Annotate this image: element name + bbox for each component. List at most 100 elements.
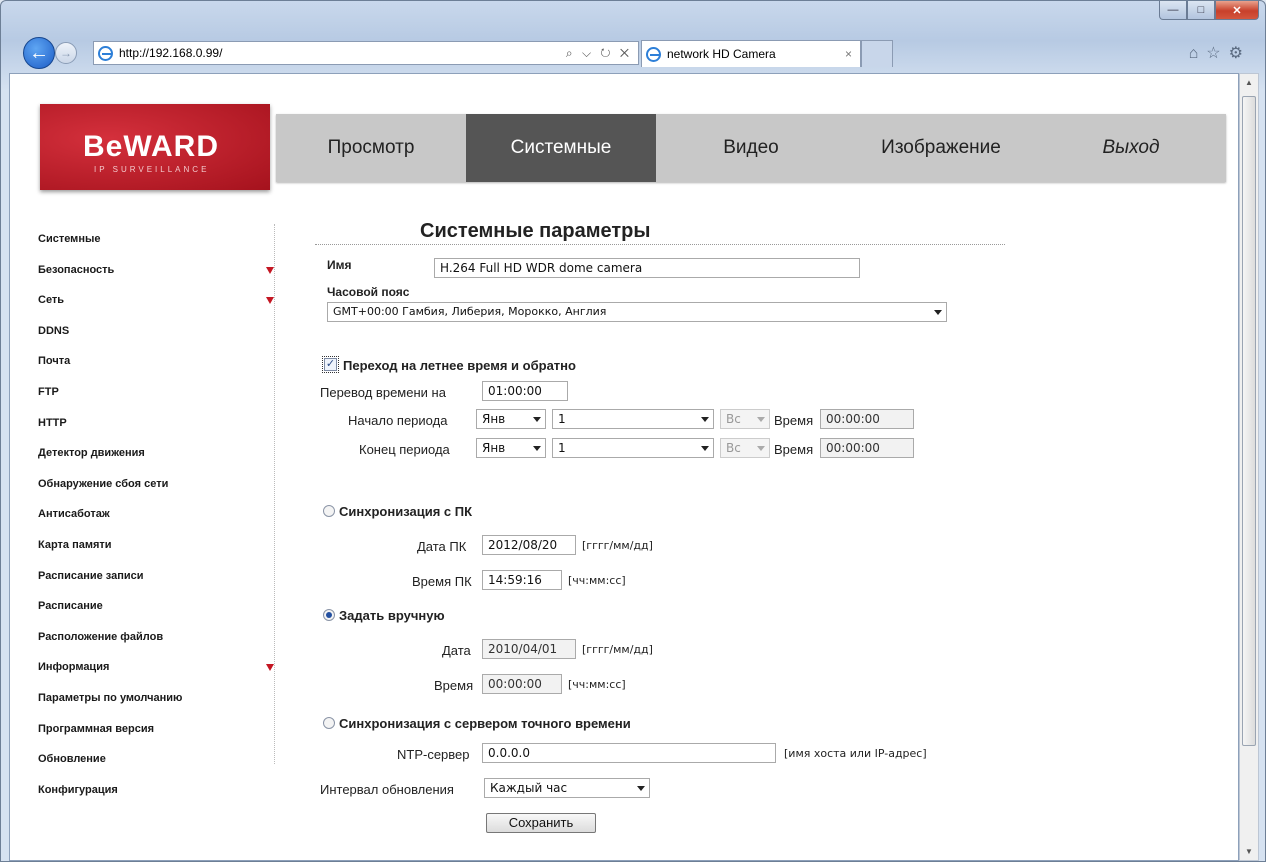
dst-checkbox[interactable]: ✓ (324, 358, 337, 371)
sidebar: Системные Безопасность Сеть DDNS Почта F… (38, 224, 278, 805)
sidebar-item-motion-detector[interactable]: Детектор движения (38, 438, 278, 469)
select-value: Янв (482, 412, 506, 426)
manual-time-input[interactable]: 00:00:00 (482, 674, 562, 694)
sidebar-item-network[interactable]: Сеть (38, 285, 278, 316)
sync-pc-radio[interactable] (323, 505, 335, 517)
scroll-thumb[interactable] (1242, 96, 1256, 746)
browser-window: — □ ✕ ← → http://192.168.0.99/ ⌕ ⌵ ↻ ✕ n… (0, 0, 1266, 862)
dst-shift-input[interactable]: 01:00:00 (482, 381, 568, 401)
nav-item-system[interactable]: Системные (466, 114, 656, 182)
address-url[interactable]: http://192.168.0.99/ (119, 46, 222, 60)
pc-date-input[interactable]: 2012/08/20 (482, 535, 576, 555)
sidebar-item-label: Конфигурация (38, 783, 118, 796)
interval-select[interactable]: Каждый час (484, 778, 650, 798)
sidebar-item-memory-card[interactable]: Карта памяти (38, 530, 278, 561)
chevron-down-icon (533, 446, 541, 451)
dst-start-day-select[interactable]: Вс (720, 409, 770, 429)
select-value: Каждый час (490, 781, 568, 795)
expand-arrow-icon[interactable] (266, 664, 274, 672)
forward-arrow-icon[interactable]: → (55, 42, 77, 64)
pc-time-input[interactable]: 14:59:16 (482, 570, 562, 590)
maximize-icon[interactable]: □ (1187, 1, 1215, 20)
sidebar-item-mail[interactable]: Почта (38, 346, 278, 377)
sidebar-item-system[interactable]: Системные (38, 224, 278, 255)
save-button[interactable]: Сохранить (486, 813, 596, 833)
sidebar-item-label: Антисаботаж (38, 508, 110, 521)
dst-end-time-input[interactable]: 00:00:00 (820, 438, 914, 458)
sync-pc-label: Синхронизация с ПК (339, 504, 473, 519)
scroll-up-icon[interactable]: ▲ (1240, 78, 1258, 87)
select-value: 1 (558, 412, 566, 426)
nav-item-exit[interactable]: Выход (1036, 114, 1226, 182)
dst-end-month-select[interactable]: Янв (476, 438, 546, 458)
manual-radio[interactable] (323, 609, 335, 621)
browser-tab[interactable]: network HD Camera × (641, 40, 861, 67)
sidebar-item-file-location[interactable]: Расположение файлов (38, 622, 278, 653)
sidebar-item-defaults[interactable]: Параметры по умолчанию (38, 683, 278, 714)
timezone-select[interactable]: GMT+00:00 Гамбия, Либерия, Морокко, Англ… (327, 302, 947, 322)
minimize-icon[interactable]: — (1159, 1, 1187, 20)
address-tools-icon[interactable]: ⌕ ⌵ ↻ ✕ (566, 46, 632, 61)
chevron-down-icon (701, 446, 709, 451)
sidebar-item-update[interactable]: Обновление (38, 744, 278, 775)
nav-item-view[interactable]: Просмотр (276, 114, 466, 182)
sidebar-item-label: DDNS (38, 324, 70, 337)
close-icon[interactable]: ✕ (1215, 1, 1259, 20)
sidebar-item-record-schedule[interactable]: Расписание записи (38, 561, 278, 592)
sidebar-item-label: Расписание (38, 600, 103, 613)
sidebar-item-ddns[interactable]: DDNS (38, 316, 278, 347)
pc-time-hint: [чч:мм:сс] (568, 574, 626, 587)
window-controls: — □ ✕ (1159, 1, 1259, 20)
sidebar-item-ftp[interactable]: FTP (38, 377, 278, 408)
new-tab-button[interactable] (861, 40, 893, 67)
dst-end-day-select[interactable]: Вс (720, 438, 770, 458)
sidebar-item-label: Системные (38, 233, 101, 245)
timezone-value: GMT+00:00 Гамбия, Либерия, Морокко, Англ… (333, 305, 607, 318)
chevron-down-icon (934, 310, 942, 315)
sidebar-item-label: Обнаружение сбоя сети (38, 477, 169, 490)
back-arrow-icon[interactable]: ← (23, 37, 55, 69)
page-title: Системные параметры (420, 220, 651, 242)
dst-label: Переход на летнее время и обратно (343, 358, 576, 373)
ie-page-icon (98, 45, 113, 61)
chevron-down-icon (757, 446, 765, 451)
home-favorites-tools-icon[interactable]: ⌂☆⚙ (1189, 43, 1251, 63)
address-bar[interactable]: http://192.168.0.99/ ⌕ ⌵ ↻ ✕ (93, 41, 639, 65)
chevron-down-icon (757, 417, 765, 422)
sidebar-item-firmware-version[interactable]: Программная версия (38, 714, 278, 745)
vertical-scrollbar[interactable]: ▲ ▼ (1239, 73, 1259, 861)
logo-subtitle: IP SURVEILLANCE (94, 165, 210, 174)
dst-end-week-select[interactable]: 1 (552, 438, 714, 458)
expand-arrow-icon[interactable] (266, 266, 274, 274)
sidebar-item-label: Параметры по умолчанию (38, 691, 183, 704)
sidebar-item-information[interactable]: Информация (38, 652, 278, 683)
name-input[interactable]: H.264 Full HD WDR dome camera (434, 258, 860, 278)
beward-logo: BeWARD IP SURVEILLANCE (40, 104, 270, 190)
tab-close-icon[interactable]: × (845, 47, 852, 61)
ntp-radio[interactable] (323, 717, 335, 729)
tab-title: network HD Camera (667, 47, 776, 61)
ntp-server-input[interactable]: 0.0.0.0 (482, 743, 776, 763)
sidebar-item-antisabotage[interactable]: Антисаботаж (38, 499, 278, 530)
nav-item-video[interactable]: Видео (656, 114, 846, 182)
chevron-down-icon (533, 417, 541, 422)
sidebar-item-label: Безопасность (38, 263, 115, 276)
pc-date-hint: [гггг/мм/дд] (582, 539, 653, 552)
sidebar-item-security[interactable]: Безопасность (38, 255, 278, 286)
dst-start-week-select[interactable]: 1 (552, 409, 714, 429)
nav-item-image[interactable]: Изображение (846, 114, 1036, 182)
expand-arrow-icon[interactable] (266, 297, 274, 305)
scroll-down-icon[interactable]: ▼ (1240, 847, 1258, 856)
dst-start-time-label: Время (774, 413, 814, 428)
manual-time-label: Время (434, 678, 474, 693)
dst-end-label: Конец периода (359, 442, 450, 457)
dst-start-time-input[interactable]: 00:00:00 (820, 409, 914, 429)
sidebar-item-http[interactable]: HTTP (38, 408, 278, 439)
dst-start-month-select[interactable]: Янв (476, 409, 546, 429)
name-label: Имя (327, 258, 352, 272)
sidebar-item-network-failure[interactable]: Обнаружение сбоя сети (38, 469, 278, 500)
manual-label: Задать вручную (339, 608, 445, 623)
manual-date-input[interactable]: 2010/04/01 (482, 639, 576, 659)
sidebar-item-configuration[interactable]: Конфигурация (38, 775, 278, 806)
sidebar-item-schedule[interactable]: Расписание (38, 591, 278, 622)
